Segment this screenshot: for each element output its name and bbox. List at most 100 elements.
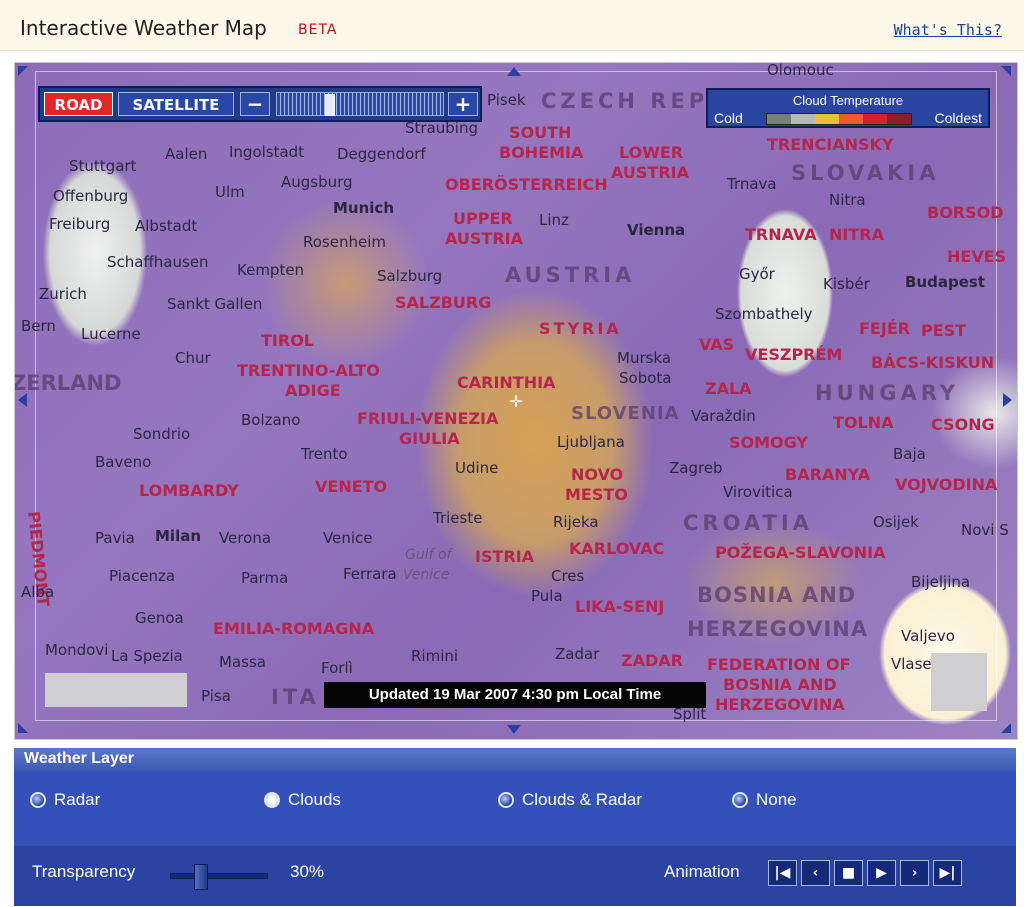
region-label: LIKA-SENJ: [575, 597, 665, 616]
pan-down-left-arrow-icon[interactable]: [18, 723, 28, 733]
city-label: Mondovi: [45, 641, 109, 659]
radio-label: Clouds: [288, 790, 341, 809]
region-label: UPPER: [453, 209, 513, 228]
region-label: TRENTINO-ALTO: [237, 361, 380, 380]
animation-label: Animation: [664, 862, 740, 881]
radio-button-selected-icon[interactable]: [264, 792, 280, 808]
region-label: VENETO: [315, 477, 388, 496]
stop-icon[interactable]: ■: [834, 860, 863, 886]
legend-color-swatch: [839, 114, 863, 124]
region-label: LOWER: [619, 143, 684, 162]
legend-low-label: Cold: [714, 110, 743, 126]
cloud-temperature-legend: Cloud Temperature Cold Coldest: [706, 88, 990, 128]
region-label: ADIGE: [285, 381, 341, 400]
beta-badge: BETA: [298, 22, 338, 38]
city-label: Bijeljina: [911, 573, 971, 591]
city-label: Bolzano: [241, 411, 301, 429]
city-label: Rimini: [411, 647, 459, 665]
zoom-out-button[interactable]: −: [240, 92, 270, 116]
pan-up-arrow-icon[interactable]: [507, 67, 521, 76]
weather-map[interactable]: CZECH REPUB SLOVAKIA AUSTRIA HUNGARY SLO…: [14, 62, 1018, 740]
first-frame-icon[interactable]: |◀: [768, 860, 797, 886]
city-label: Forlì: [321, 659, 353, 677]
region-label: BARANYA: [785, 465, 871, 484]
legend-color-swatch: [791, 114, 815, 124]
satellite-view-button[interactable]: SATELLITE: [118, 92, 234, 116]
city-label: Milan: [155, 527, 202, 545]
last-frame-icon[interactable]: ▶|: [933, 860, 962, 886]
region-label: TIROL: [261, 331, 314, 350]
region-label: FEJÉR: [859, 319, 911, 338]
pan-up-right-arrow-icon[interactable]: [1001, 66, 1011, 76]
city-label: La Spezia: [111, 647, 183, 665]
city-label: Sankt Gallen: [167, 295, 263, 313]
country-label: SLOVAKIA: [791, 161, 940, 185]
region-label: CSONG: [931, 415, 995, 434]
page-title: Interactive Weather Map: [20, 16, 267, 40]
region-label: AUSTRIA: [611, 163, 689, 182]
city-label: Baveno: [95, 453, 152, 471]
zoom-slider-thumb[interactable]: [325, 94, 335, 116]
country-label: CROATIA: [683, 511, 813, 535]
previous-frame-icon[interactable]: ‹: [801, 860, 830, 886]
radio-button-icon[interactable]: [30, 792, 46, 808]
next-frame-icon[interactable]: ›: [900, 860, 929, 886]
radio-label: Radar: [54, 790, 101, 809]
crosshair-icon: ✛: [509, 392, 523, 411]
country-label: SLOVENIA: [571, 403, 680, 424]
city-label: Zurich: [39, 285, 87, 303]
radio-clouds[interactable]: Clouds: [264, 790, 341, 810]
region-label: BORSOD: [927, 203, 1004, 222]
radio-label: Clouds & Radar: [522, 790, 643, 809]
pan-up-left-arrow-icon[interactable]: [18, 66, 28, 76]
region-label: TOLNA: [833, 413, 894, 432]
region-label: AUSTRIA: [445, 229, 523, 248]
map-overlay-placeholder: [45, 673, 187, 707]
region-label: HEVES: [947, 247, 1007, 266]
city-label: Pisek: [487, 91, 526, 109]
region-label: SOUTH: [509, 123, 572, 142]
pan-down-arrow-icon[interactable]: [507, 725, 521, 734]
city-label: Ingolstadt: [229, 143, 305, 161]
radio-button-icon[interactable]: [498, 792, 514, 808]
legend-color-swatch: [863, 114, 887, 124]
city-label: Aalen: [165, 145, 208, 163]
region-label: VOJVODINA: [895, 475, 998, 494]
city-label: Zadar: [555, 645, 600, 663]
city-label: Udine: [455, 459, 499, 477]
region-label: SOMOGY: [729, 433, 809, 452]
pan-left-arrow-icon[interactable]: [18, 393, 27, 407]
radio-none[interactable]: None: [732, 790, 797, 810]
city-label: Zagreb: [669, 459, 723, 477]
play-icon[interactable]: ▶: [867, 860, 896, 886]
city-label: Osijek: [873, 513, 919, 531]
map-overlay-placeholder: [931, 653, 987, 711]
country-label: ZERLAND: [14, 371, 122, 395]
city-label: Offenburg: [53, 187, 129, 205]
radio-radar[interactable]: Radar: [30, 790, 100, 810]
city-label: Stuttgart: [69, 157, 137, 175]
city-label: Ljubljana: [557, 433, 625, 451]
region-label: OBERÖSTERREICH: [445, 175, 608, 194]
whats-this-link[interactable]: What's This?: [894, 21, 1002, 39]
zoom-slider[interactable]: [276, 92, 444, 116]
radio-button-icon[interactable]: [732, 792, 748, 808]
city-label: Pula: [531, 587, 563, 605]
radio-clouds-and-radar[interactable]: Clouds & Radar: [498, 790, 642, 810]
road-view-button[interactable]: ROAD: [44, 92, 113, 116]
transparency-slider[interactable]: [170, 864, 268, 890]
city-label: Cres: [551, 567, 585, 585]
pan-down-right-arrow-icon[interactable]: [1001, 723, 1011, 733]
transparency-slider-thumb[interactable]: [193, 864, 208, 890]
region-label: CARINTHIA: [457, 373, 556, 392]
city-label: Budapest: [905, 273, 985, 291]
region-label: PEST: [921, 321, 967, 340]
city-label: Sondrio: [133, 425, 191, 443]
city-label: Nitra: [829, 191, 866, 209]
city-label: Kisbér: [823, 275, 870, 293]
city-label: Lucerne: [81, 325, 141, 343]
city-label: Valjevo: [901, 627, 955, 645]
zoom-in-button[interactable]: +: [448, 92, 478, 116]
region-label: SALZBURG: [395, 293, 492, 312]
pan-right-arrow-icon[interactable]: [1003, 393, 1012, 407]
